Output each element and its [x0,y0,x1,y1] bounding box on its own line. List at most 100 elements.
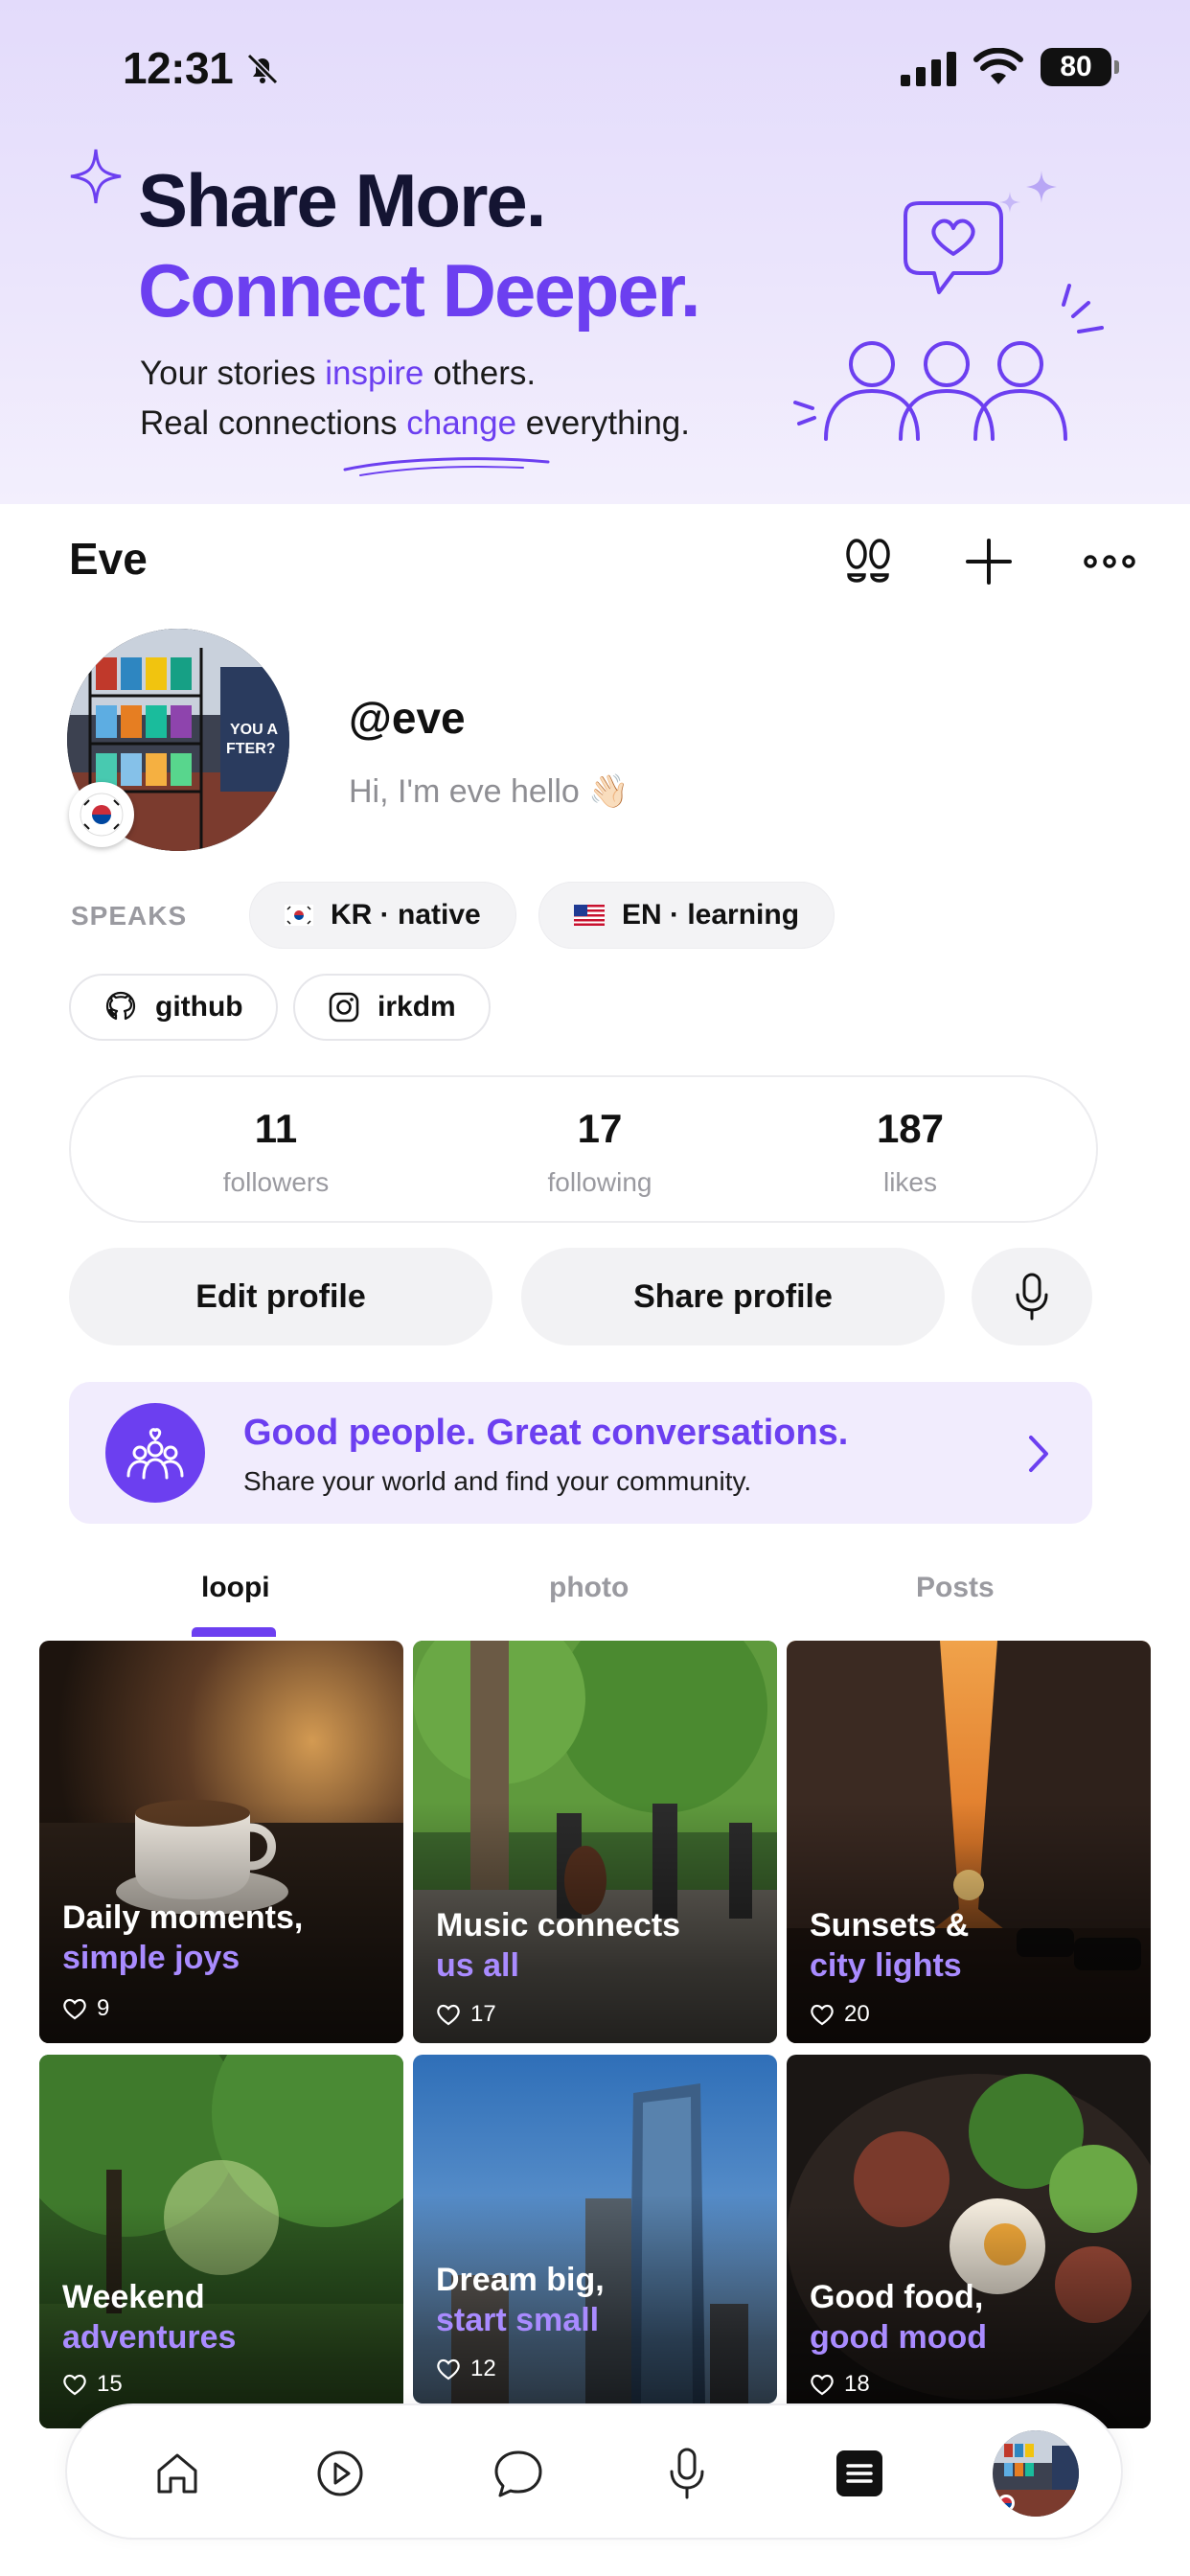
post-caption: Music connects [436,1907,681,1944]
community-icon [105,1403,205,1503]
profile-bio: Hi, I'm eve hello 👋🏻 [349,773,629,810]
post-likes: 9 [62,1995,109,2022]
post-tile[interactable]: Music connects us all 17 [413,1641,777,2043]
kr-flag-badge [69,782,134,847]
hero-title-line2: Connect Deeper. [138,248,701,333]
hero-subtitle-line2: Real connections change everything. [140,404,690,442]
hero-title-line1: Share More. [138,158,546,242]
stat-likes[interactable]: 187 likes [814,1077,1006,1198]
post-caption-accent: city lights [810,1947,962,1984]
share-profile-button[interactable]: Share profile [521,1248,945,1346]
heart-icon [437,2358,460,2380]
likes-count: 12 [470,2356,496,2381]
post-caption-accent: adventures [62,2319,237,2356]
post-caption: Good food, [810,2279,984,2315]
stat-label: following [547,1167,652,1197]
profile-stats: 11 followers 17 following 187 likes [69,1075,1098,1223]
likes-count: 15 [97,2371,123,2397]
hero-banner: 12:31 80 Share More. Connect Deeper. You… [0,0,1190,504]
voice-button[interactable] [972,1248,1092,1346]
post-likes: 17 [436,2001,496,2028]
banner-title: Good people. Great conversations. [243,1413,849,1453]
status-time: 12:31 [123,43,234,93]
link-label: github [155,991,243,1023]
community-illustration [793,171,1104,441]
microphone-icon [670,2448,704,2499]
post-caption-accent: good mood [810,2319,988,2356]
post-tile[interactable]: Sunsets & city lights 20 [787,1641,1151,2043]
tab-loopi[interactable]: loopi [201,1572,270,1604]
post-caption-accent: simple joys [62,1940,240,1976]
instagram-icon [329,992,359,1023]
banner-subtitle: Share your world and find your community… [243,1466,752,1496]
profile-name: Eve [69,534,148,584]
github-link[interactable]: github [69,974,278,1041]
more-icon[interactable] [1081,533,1138,590]
wifi-icon [973,48,1023,84]
likes-count: 18 [844,2371,870,2397]
profile-handle: @eve [349,693,466,743]
bell-slash-icon [246,53,279,85]
heart-icon [811,2374,834,2396]
community-banner[interactable]: Good people. Great conversations. Share … [69,1382,1092,1524]
menu-icon [836,2450,882,2496]
post-caption-accent: us all [436,1947,519,1984]
post-tile[interactable]: Weekend adventures 15 [39,2055,403,2428]
nav-profile-avatar[interactable] [993,2430,1079,2517]
nav-home[interactable] [144,2440,211,2507]
chevron-right-icon [1029,1436,1048,1472]
plus-icon[interactable] [960,533,1018,590]
language-pill-en[interactable]: EN · learning [538,882,835,949]
battery-icon: 80 [1041,48,1119,86]
home-icon [157,2453,197,2494]
underline-stroke [343,457,550,476]
chat-icon [494,2450,542,2497]
cellular-signal-icon [901,52,956,86]
post-tile[interactable]: Daily moments, simple joys 9 [39,1641,403,2043]
kr-flag-icon [285,905,313,926]
post-caption-accent: start small [436,2302,600,2338]
nav-chat[interactable] [485,2440,552,2507]
post-likes: 20 [810,2001,870,2028]
github-icon [105,991,136,1021]
stat-value: 11 [254,1106,298,1151]
footprints-icon[interactable] [839,533,897,590]
sparkle-icon [70,149,122,204]
language-label: EN · learning [622,899,800,931]
speaks-label: SPEAKS [71,901,188,931]
likes-count: 9 [97,1995,110,2021]
bottom-nav [65,2404,1123,2540]
stat-following[interactable]: 17 following [504,1077,696,1198]
stat-followers[interactable]: 11 followers [180,1077,372,1198]
status-bar: 12:31 80 [0,0,1190,125]
post-likes: 12 [436,2356,496,2382]
post-likes: 18 [810,2371,870,2398]
svg-text:FTER?: FTER? [226,741,276,757]
likes-count: 17 [470,2001,496,2027]
tab-photo[interactable]: photo [549,1572,629,1604]
microphone-icon [1016,1273,1048,1321]
stat-label: followers [222,1167,330,1197]
active-tab-indicator [192,1627,276,1637]
nav-voice[interactable] [653,2440,721,2507]
play-icon [317,2450,363,2496]
edit-profile-button[interactable]: Edit profile [69,1248,492,1346]
post-caption: Weekend [62,2279,205,2315]
nav-menu[interactable] [826,2440,893,2507]
stat-value: 17 [577,1106,623,1151]
heart-icon [63,1998,86,2020]
instagram-link[interactable]: irkdm [293,974,491,1041]
likes-count: 20 [844,2001,870,2027]
heart-icon [437,2004,460,2026]
post-caption: Daily moments, [62,1899,304,1936]
nav-play[interactable] [307,2440,374,2507]
post-likes: 15 [62,2371,123,2398]
post-tile[interactable]: Dream big, start small 12 [413,2055,777,2404]
stat-label: likes [882,1167,937,1197]
language-pill-kr[interactable]: KR · native [249,882,516,949]
heart-icon [63,2374,86,2396]
heart-icon [811,2004,834,2026]
tab-posts[interactable]: Posts [916,1572,995,1604]
us-flag-icon [574,905,605,926]
post-tile[interactable]: Good food, good mood 18 [787,2055,1151,2428]
